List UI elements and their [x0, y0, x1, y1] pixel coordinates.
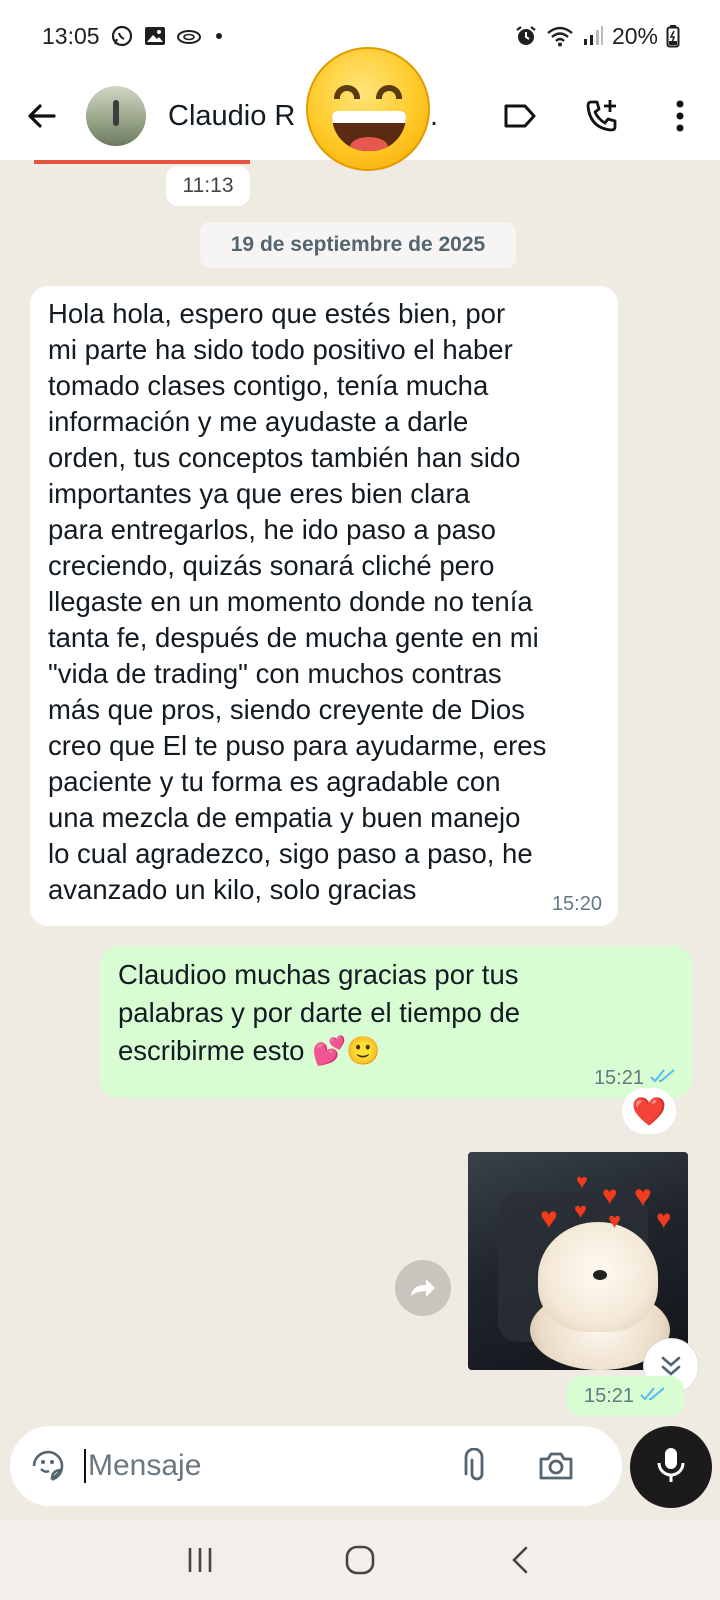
heart-reaction[interactable]: ❤️ — [622, 1088, 676, 1134]
label-icon[interactable] — [498, 94, 542, 138]
read-ticks-icon — [640, 1385, 666, 1408]
heart-sticker-icon: ♥ — [574, 1198, 588, 1223]
gallery-icon — [144, 25, 166, 47]
heart-sticker-icon: ♥ — [602, 1180, 618, 1210]
attach-icon[interactable] — [452, 1444, 496, 1488]
camera-icon[interactable] — [534, 1444, 578, 1488]
dot-icon — [212, 29, 226, 43]
puppy-with-hearts-image[interactable]: ♥ ♥ ♥ ♥ ♥ ♥ ♥ — [468, 1152, 688, 1370]
grinning-emoji-icon — [306, 47, 430, 171]
mic-icon — [656, 1446, 686, 1489]
reaction-emoji: ❤️ — [631, 1095, 667, 1127]
signal-icon — [582, 25, 604, 47]
heart-sticker-icon: ♥ — [576, 1171, 588, 1193]
system-navigation-bar — [0, 1520, 720, 1600]
sticker-icon[interactable] — [28, 1446, 68, 1486]
message-composer — [10, 1426, 622, 1506]
message-time: 15:21 — [583, 1384, 635, 1407]
chat-area[interactable]: 11:13 19 de septiembre de 2025 Hola hola… — [0, 160, 720, 1422]
back-arrow-icon[interactable] — [20, 94, 64, 138]
home-icon[interactable] — [330, 1530, 390, 1590]
cloud-icon — [176, 27, 202, 45]
text-caret — [84, 1449, 86, 1483]
previous-media-edge — [34, 160, 250, 164]
heart-sticker-icon: ♥ — [540, 1202, 558, 1235]
message-text: Claudioo muchas gracias por tus palabras… — [118, 959, 521, 1066]
message-time: 15:20 — [551, 893, 602, 915]
message-time: 15:21 — [593, 1067, 644, 1089]
add-call-icon[interactable] — [580, 94, 624, 138]
image-message-meta: 15:21 — [566, 1376, 684, 1416]
message-text: Hola hola, espero que estés bien, por mi… — [48, 298, 547, 905]
outgoing-message[interactable]: Claudioo muchas gracias por tus palabras… — [100, 946, 692, 1098]
message-input[interactable] — [88, 1449, 418, 1483]
whatsapp-icon — [110, 24, 134, 48]
battery-percent: 20% — [611, 22, 658, 49]
previous-message-time: 11:13 — [166, 166, 250, 206]
date-divider: 19 de septiembre de 2025 — [200, 222, 516, 268]
forward-icon[interactable] — [395, 1260, 451, 1316]
incoming-message[interactable]: Hola hola, espero que estés bien, por mi… — [30, 286, 618, 926]
heart-sticker-icon: ♥ — [656, 1204, 672, 1234]
heart-sticker-icon: ♥ — [634, 1180, 652, 1213]
back-icon[interactable] — [490, 1530, 550, 1590]
read-ticks-icon — [650, 1067, 676, 1090]
heart-sticker-icon: ♥ — [608, 1208, 622, 1233]
contact-avatar[interactable] — [86, 86, 146, 146]
alarm-icon — [514, 24, 538, 48]
more-vert-icon[interactable] — [658, 94, 702, 138]
status-time: 13:05 — [42, 22, 100, 49]
mic-button[interactable] — [630, 1426, 712, 1508]
wifi-icon — [546, 25, 574, 47]
recent-apps-icon[interactable] — [170, 1530, 230, 1590]
battery-icon — [666, 24, 680, 48]
